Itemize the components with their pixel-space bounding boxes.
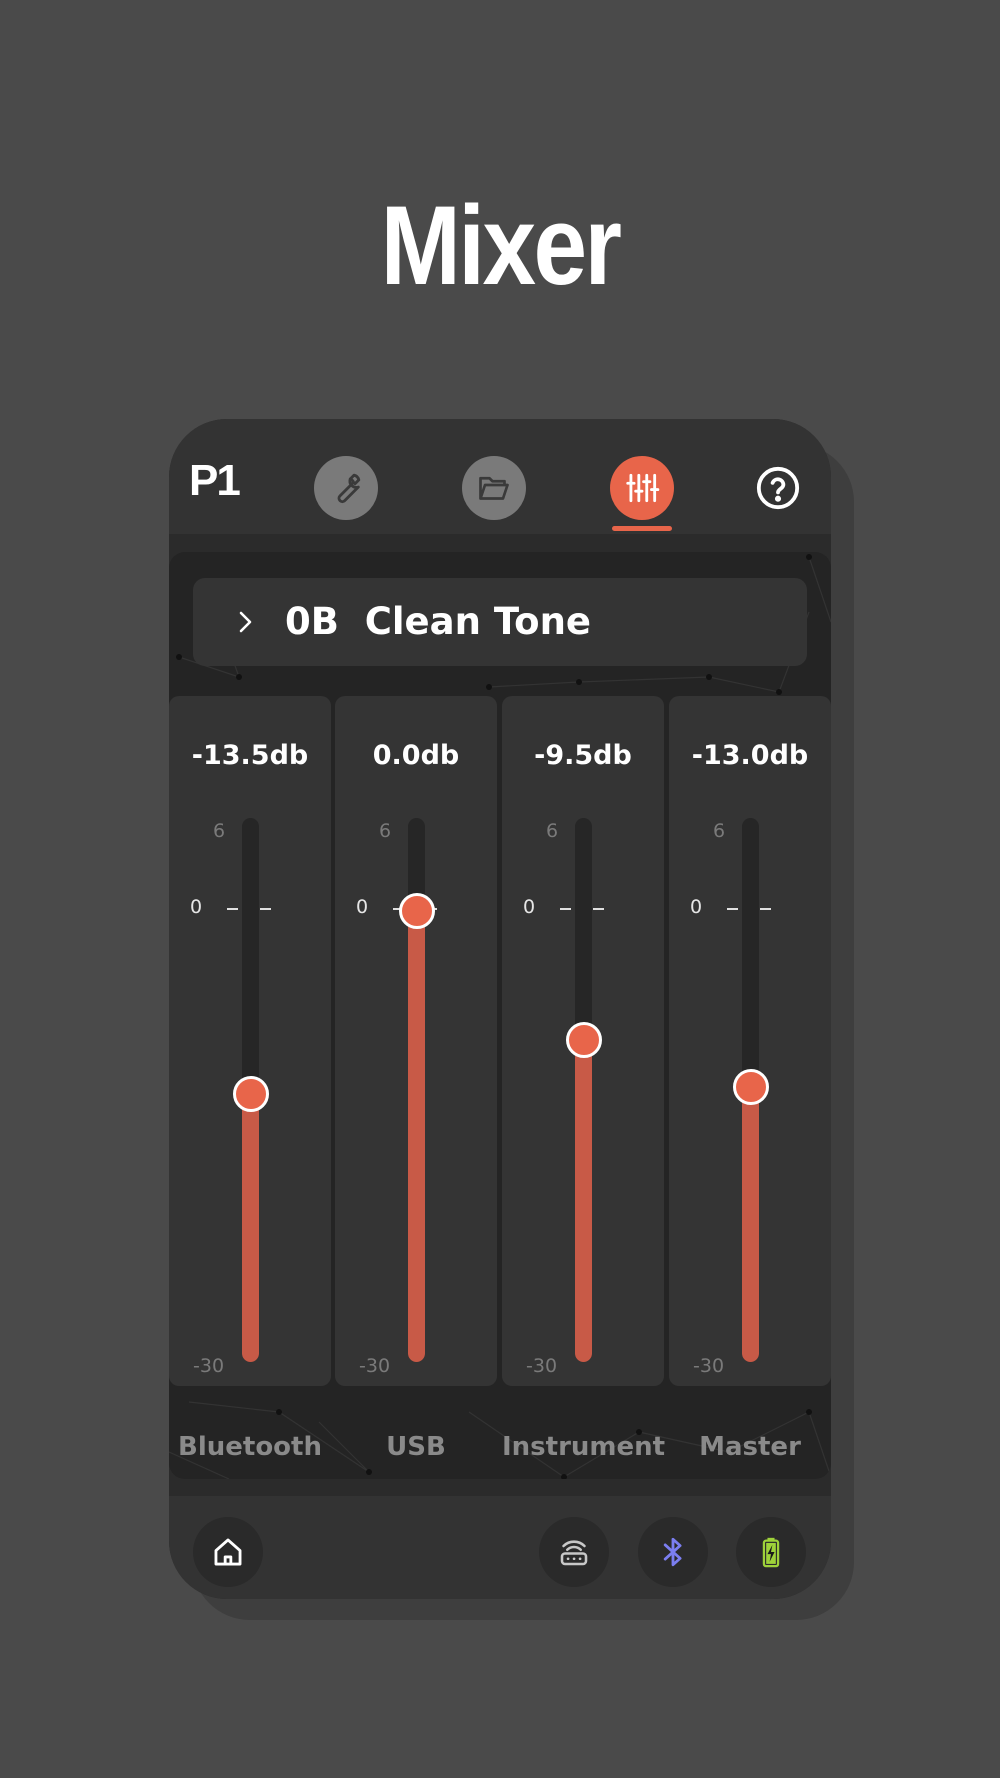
wireless-device-button[interactable] bbox=[539, 1517, 609, 1587]
zero-tick bbox=[560, 908, 571, 910]
channel-strip-bluetooth: -13.5db 6 0 -30 bbox=[169, 696, 331, 1386]
top-nav: P1 bbox=[169, 419, 831, 534]
fader-level-fill bbox=[575, 1039, 592, 1362]
page-title: Mixer bbox=[380, 183, 622, 308]
home-icon bbox=[214, 1538, 242, 1566]
channel-label-bluetooth: Bluetooth bbox=[178, 1432, 322, 1462]
scale-min-label: -30 bbox=[359, 1355, 391, 1377]
zero-tick bbox=[593, 908, 604, 910]
zero-tick bbox=[260, 908, 271, 910]
preset-selector[interactable]: 0B Clean Tone bbox=[193, 578, 807, 666]
wireless-device-icon bbox=[560, 1540, 588, 1566]
channel-strip-master: -13.0db 6 0 -30 bbox=[669, 696, 831, 1386]
fader-level-fill bbox=[242, 1093, 259, 1362]
active-tab-indicator bbox=[612, 526, 672, 531]
app-logo: P1 bbox=[189, 456, 241, 505]
scale-min-label: -30 bbox=[193, 1355, 225, 1377]
channel-label-instrument: Instrument bbox=[502, 1432, 666, 1462]
fader-level-fill bbox=[742, 1087, 759, 1362]
help-circle-icon bbox=[756, 466, 800, 510]
zero-tick bbox=[760, 908, 771, 910]
scale-max-label: 6 bbox=[213, 820, 226, 842]
channel-db-value: -13.0db bbox=[691, 740, 809, 771]
scale-zero-label: 0 bbox=[690, 896, 703, 918]
channel-strip-instrument: -9.5db 6 0 -30 bbox=[502, 696, 664, 1386]
tools-tab-button[interactable] bbox=[314, 456, 378, 520]
zero-tick bbox=[227, 908, 238, 910]
fader-knob[interactable] bbox=[566, 1021, 602, 1058]
channel-label-master: Master bbox=[699, 1432, 801, 1462]
scale-zero-label: 0 bbox=[523, 896, 536, 918]
scale-zero-label: 0 bbox=[190, 896, 203, 918]
home-button[interactable] bbox=[193, 1517, 263, 1587]
channel-db-value: -9.5db bbox=[534, 740, 632, 771]
battery-charging-icon bbox=[762, 1537, 780, 1568]
folder-open-icon bbox=[479, 476, 509, 500]
sliders-icon bbox=[626, 473, 660, 503]
channel-label-usb: USB bbox=[386, 1432, 446, 1462]
device-screen: P1 0B Clean Tone -13.5db 6 0 -30 0.0db 6… bbox=[169, 419, 831, 1599]
scale-zero-label: 0 bbox=[356, 896, 369, 918]
bluetooth-button[interactable] bbox=[638, 1517, 708, 1587]
mixer-panel: 0B Clean Tone -13.5db 6 0 -30 0.0db 6 0 … bbox=[169, 552, 831, 1479]
scale-max-label: 6 bbox=[379, 820, 392, 842]
preset-name: 0B Clean Tone bbox=[285, 600, 592, 643]
zero-tick bbox=[727, 908, 738, 910]
bluetooth-icon bbox=[663, 1537, 682, 1567]
bottom-status-bar bbox=[169, 1496, 831, 1599]
help-button[interactable] bbox=[753, 463, 803, 513]
fader-knob[interactable] bbox=[233, 1075, 269, 1112]
fader-level-fill bbox=[408, 911, 425, 1362]
fader-knob[interactable] bbox=[733, 1069, 769, 1106]
fader-track[interactable] bbox=[575, 818, 592, 1362]
channel-db-value: 0.0db bbox=[372, 740, 460, 771]
presets-tab-button[interactable] bbox=[462, 456, 526, 520]
mixer-tab-button[interactable] bbox=[610, 456, 674, 520]
scale-min-label: -30 bbox=[526, 1355, 558, 1377]
channel-strip-usb: 0.0db 6 0 -30 bbox=[335, 696, 497, 1386]
scale-max-label: 6 bbox=[546, 820, 559, 842]
scale-max-label: 6 bbox=[713, 820, 726, 842]
chevron-right-icon bbox=[239, 611, 252, 633]
scale-min-label: -30 bbox=[693, 1355, 725, 1377]
wrench-icon bbox=[337, 473, 361, 504]
channel-db-value: -13.5db bbox=[191, 740, 309, 771]
battery-button[interactable] bbox=[736, 1517, 806, 1587]
fader-knob[interactable] bbox=[399, 893, 435, 929]
